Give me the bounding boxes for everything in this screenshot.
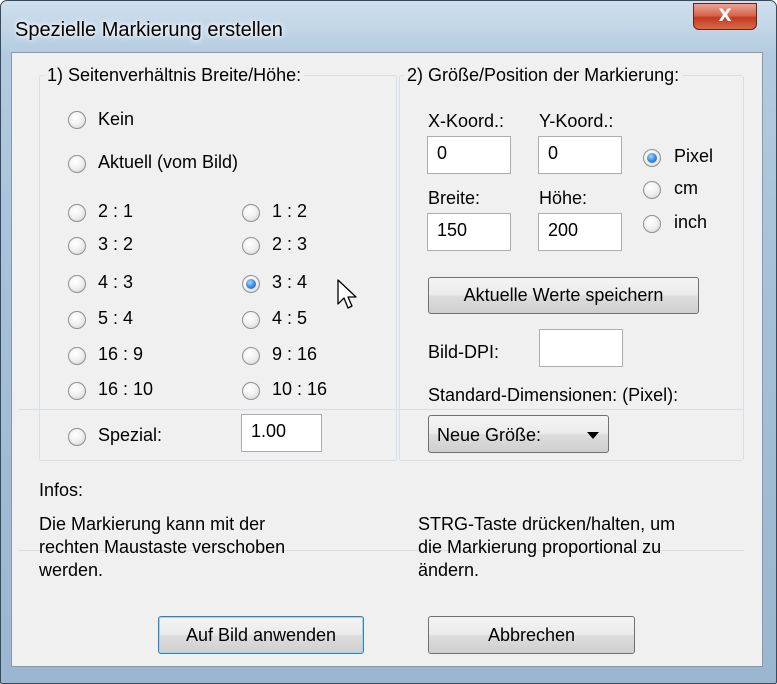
radio-ratio[interactable] [242,347,260,365]
ratio-label: 16 : 9 [98,344,144,364]
radio-ratio[interactable] [68,275,86,293]
ratio-label: 3 : 2 [98,234,134,254]
infos-right-line: die Markierung proportional zu [418,537,662,557]
radio-ratio[interactable] [242,311,260,329]
aspect-ratio-legend: 1) Seitenverhältnis Breite/Höhe: [47,65,302,85]
cancel-button[interactable]: Abbrechen [428,616,635,654]
infos-left-line: rechten Maustaste verschoben [39,537,286,557]
dpi-input[interactable] [539,329,623,367]
dpi-label: Bild-DPI: [428,342,500,362]
hoehe-input[interactable]: 200 [538,213,622,251]
save-values-button[interactable]: Aktuelle Werte speichern [428,277,699,314]
radio-ratio[interactable] [68,311,86,329]
radio-ratio[interactable] [68,237,86,255]
hoehe-label: Höhe: [539,188,588,208]
ratio-label: 4 : 3 [98,272,134,292]
ratio-label: 16 : 10 [98,379,154,399]
radio-unit-pixel[interactable] [643,149,661,167]
radio-ratio[interactable] [242,204,260,222]
close-button[interactable]: X [693,3,757,30]
ratio-label: 9 : 16 [272,344,318,364]
radio-ratio[interactable] [68,204,86,222]
radio-ratio-selected[interactable] [242,275,260,293]
dialog-window: Spezielle Markierung erstellen X 1) Seit… [0,0,777,684]
x-coord-label: X-Koord.: [428,111,505,131]
infos-right-line: ändern. [418,560,480,580]
radio-ratio[interactable] [242,237,260,255]
std-dim-label: Standard-Dimensionen: (Pixel): [428,385,679,405]
radio-aktuell[interactable] [68,155,86,173]
ratio-label: 4 : 5 [272,308,308,328]
radio-unit-cm[interactable] [643,181,661,199]
infos-left-line: Die Markierung kann mit der [39,514,266,534]
infos-right-line: STRG-Taste drücken/halten, um [418,514,676,534]
unit-label-cm: cm [674,178,698,198]
ratio-label: 1 : 2 [272,201,308,221]
breite-input[interactable]: 150 [427,213,511,251]
radio-ratio[interactable] [68,382,86,400]
breite-label: Breite: [428,188,481,208]
ratio-label: 3 : 4 [272,272,308,292]
radio-ratio[interactable] [68,347,86,365]
window-title: Spezielle Markierung erstellen [15,19,283,41]
unit-label-pixel: Pixel [674,146,714,166]
y-coord-label: Y-Koord.: [539,111,614,131]
title-bar[interactable]: Spezielle Markierung erstellen X [1,1,777,53]
ratio-label: 5 : 4 [98,308,134,328]
label-aktuell: Aktuell (vom Bild) [98,152,239,172]
label-kein: Kein [98,109,135,129]
radio-kein[interactable] [68,111,86,129]
y-coord-input[interactable]: 0 [538,136,622,174]
size-position-legend: 2) Größe/Position der Markierung: [407,65,680,85]
unit-label-inch: inch [674,212,708,232]
radio-unit-inch[interactable] [643,215,661,233]
aspect-ratio-group: 1) Seitenverhältnis Breite/Höhe: [39,65,397,461]
infos-left-line: werden. [39,560,104,580]
x-coord-input[interactable]: 0 [427,136,511,174]
mouse-cursor-icon [337,279,357,309]
ratio-label: 2 : 1 [98,201,134,221]
infos-heading: Infos: [39,480,84,500]
ratio-label: 2 : 3 [272,234,308,254]
radio-ratio[interactable] [242,382,260,400]
ratio-label: 10 : 16 [272,379,328,399]
apply-button[interactable]: Auf Bild anwenden [158,616,364,654]
